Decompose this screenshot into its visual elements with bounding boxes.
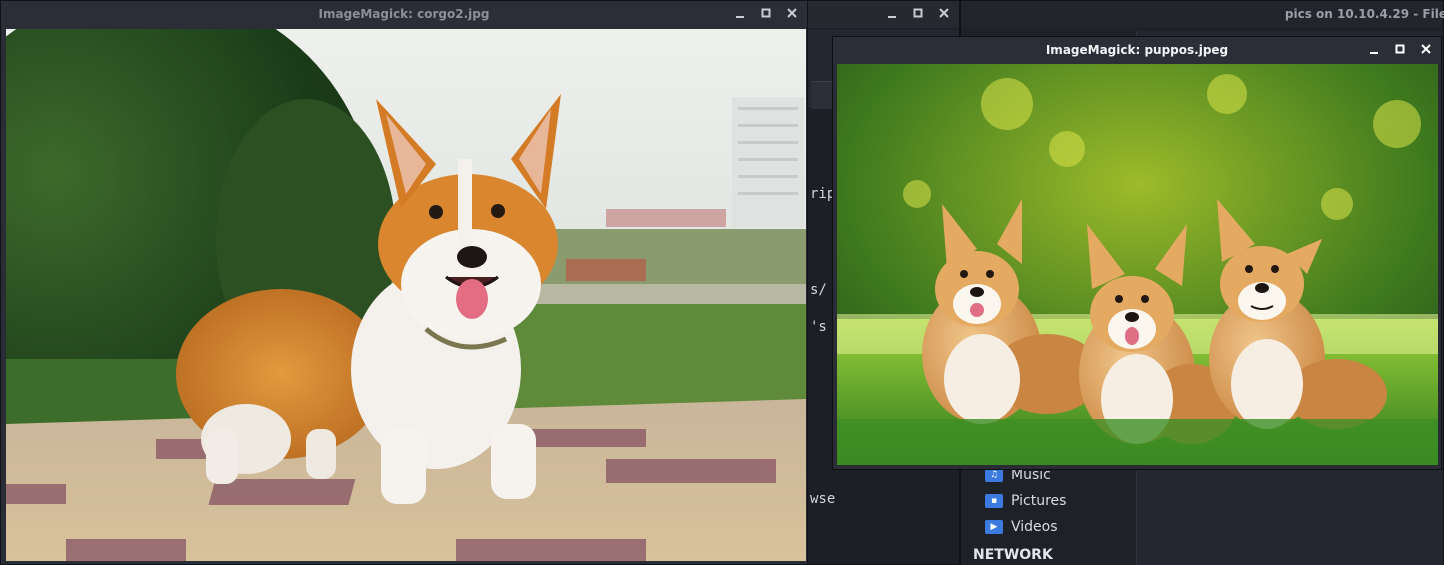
imagemagick-titlebar[interactable]: ImageMagick: corgo2.jpg: [1, 1, 807, 28]
music-folder-icon: ♫: [985, 468, 1003, 482]
minimize-icon[interactable]: [885, 6, 899, 20]
sidebar-item-pictures[interactable]: ▪ Pictures: [985, 493, 1066, 509]
close-icon[interactable]: [785, 6, 799, 20]
image-viewport[interactable]: [837, 64, 1438, 465]
pictures-folder-icon: ▪: [985, 494, 1003, 508]
file-manager-title: pics on 10.10.4.29 - File: [1284, 7, 1444, 21]
imagemagick-titlebar[interactable]: ImageMagick: puppos.jpeg: [833, 37, 1441, 64]
terminal-text-line: s/: [810, 282, 827, 298]
corgi-photo: [6, 29, 806, 561]
desktop: rip s/ 's wse pics on 10.10.4.29 - File …: [0, 0, 1444, 565]
terminal-text-line: 's: [810, 319, 827, 335]
minimize-icon[interactable]: [733, 6, 747, 20]
maximize-icon[interactable]: [759, 6, 773, 20]
sidebar-item-videos[interactable]: ▶ Videos: [985, 519, 1058, 535]
imagemagick-window-puppos[interactable]: ImageMagick: puppos.jpeg: [832, 36, 1442, 470]
maximize-icon[interactable]: [911, 6, 925, 20]
videos-folder-icon: ▶: [985, 520, 1003, 534]
sidebar-item-label: Pictures: [1011, 493, 1067, 509]
close-icon[interactable]: [1419, 42, 1433, 56]
window-title: ImageMagick: corgo2.jpg: [318, 7, 490, 21]
file-manager-titlebar[interactable]: pics on 10.10.4.29 - File: [961, 1, 1444, 28]
terminal-titlebar[interactable]: [801, 1, 959, 28]
window-controls: [1367, 42, 1433, 56]
image-viewport[interactable]: [6, 29, 806, 561]
sidebar-heading-network: NETWORK: [973, 547, 1053, 563]
window-controls: [733, 6, 799, 20]
imagemagick-window-corgo[interactable]: ImageMagick: corgo2.jpg: [0, 0, 808, 565]
terminal-window-controls: [885, 6, 951, 20]
sidebar-item-label: Videos: [1011, 519, 1058, 535]
minimize-icon[interactable]: [1367, 42, 1381, 56]
maximize-icon[interactable]: [1393, 42, 1407, 56]
puppies-photo: [837, 64, 1438, 465]
terminal-text-line: wse: [810, 491, 836, 507]
close-icon[interactable]: [937, 6, 951, 20]
window-title: ImageMagick: puppos.jpeg: [1045, 43, 1229, 57]
